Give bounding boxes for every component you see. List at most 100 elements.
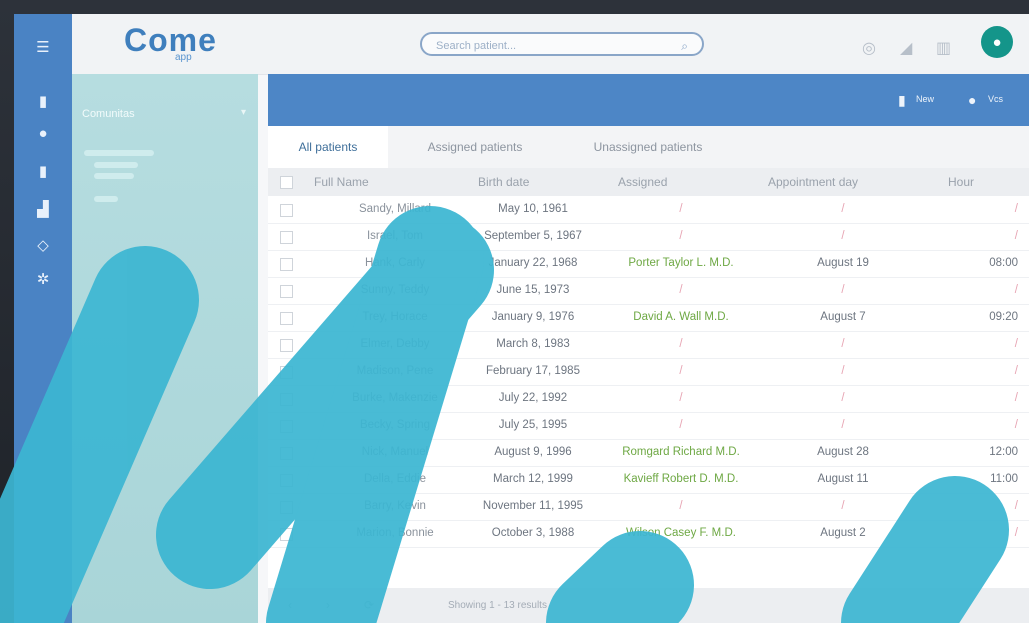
birth-date: March 8, 1983 — [496, 338, 570, 350]
column-header[interactable]: Assigned — [618, 168, 667, 196]
patient-name: Hank, Carly — [364, 257, 426, 269]
group-item[interactable] — [84, 150, 154, 156]
patients-table: Full Name Birth date Assigned Appointmen… — [268, 168, 1029, 588]
select-all-checkbox[interactable] — [280, 176, 293, 189]
appointment-day: August 2 — [820, 527, 866, 539]
tab-all-patients[interactable]: All patients — [268, 126, 388, 168]
assigned-doctor: / — [679, 419, 683, 431]
column-header[interactable]: Birth date — [478, 168, 529, 196]
appointment-day: / — [841, 230, 845, 242]
birth-date: October 3, 1988 — [491, 527, 575, 539]
appointment-hour: / — [1014, 203, 1018, 215]
row-checkbox[interactable] — [280, 231, 293, 244]
table-row[interactable]: Barry, Kevin November 11, 1995 / / / — [268, 493, 1029, 521]
column-header[interactable]: Hour — [948, 168, 974, 196]
user-label[interactable]: Vcs — [988, 94, 1003, 104]
row-checkbox[interactable] — [280, 366, 293, 379]
next-page-icon[interactable]: › — [326, 598, 330, 612]
table-row[interactable]: Madison, Pene February 17, 1985 / / / — [268, 358, 1029, 386]
appointment-day: / — [841, 392, 845, 404]
appointment-hour: 12:00 — [989, 446, 1018, 458]
signal-icon[interactable]: ◢ — [900, 38, 912, 58]
table-row[interactable]: Israel, Tom September 5, 1967 / / / — [268, 223, 1029, 251]
birth-date: February 17, 1985 — [486, 365, 580, 377]
patient-name: Israel, Tom — [366, 230, 424, 242]
group-item[interactable] — [94, 162, 138, 168]
new-document-icon[interactable]: ▮ — [898, 92, 906, 109]
row-checkbox[interactable] — [280, 312, 293, 325]
appointment-hour: / — [1014, 338, 1018, 350]
chevron-down-icon[interactable]: ▾ — [241, 107, 246, 118]
appointment-hour: / — [1014, 365, 1018, 377]
table-row[interactable]: Sunny, Teddy June 15, 1973 / / / — [268, 277, 1029, 305]
new-label[interactable]: New — [916, 94, 934, 104]
notifications-icon[interactable]: ◎ — [862, 38, 876, 58]
row-checkbox[interactable] — [280, 204, 293, 217]
group-item[interactable] — [94, 173, 134, 179]
assigned-doctor: / — [679, 500, 683, 512]
appointment-hour: / — [1014, 284, 1018, 296]
settings-icon[interactable]: ✲ — [34, 270, 52, 288]
appointment-hour: / — [1014, 527, 1018, 539]
refresh-icon[interactable]: ⟳ — [364, 598, 374, 612]
prev-page-icon[interactable]: ‹ — [288, 598, 292, 612]
patient-name: Elmer, Debby — [360, 338, 430, 350]
patient-name: Sunny, Teddy — [360, 284, 430, 296]
table-row[interactable]: Burke, Makenzie July 22, 1992 / / / — [268, 385, 1029, 413]
paging-info: Showing 1 - 13 results — [448, 600, 547, 611]
appointment-hour: 11:00 — [990, 473, 1018, 485]
user-icon[interactable]: ● — [968, 92, 976, 108]
row-checkbox[interactable] — [280, 258, 293, 271]
search-placeholder: Search patient... — [436, 40, 517, 52]
file-icon[interactable]: ▮ — [34, 162, 52, 180]
column-header[interactable]: Full Name — [314, 168, 369, 196]
assigned-doctor: Romgard Richard M.D. — [622, 446, 740, 458]
assigned-doctor: Wilson Casey F. M.D. — [626, 527, 736, 539]
appointment-day: August 28 — [817, 446, 869, 458]
row-checkbox[interactable] — [280, 528, 293, 541]
table-row[interactable]: Hank, Carly January 22, 1968 Porter Taylor… — [268, 250, 1029, 278]
table-row[interactable]: Marion, Bonnie October 3, 1988 Wilson Case… — [268, 520, 1029, 548]
table-row[interactable]: Trey, Horace January 9, 1976 David A. Wall… — [268, 304, 1029, 332]
avatar[interactable]: ● — [981, 26, 1013, 58]
assigned-doctor: Porter Taylor L. M.D. — [628, 257, 734, 269]
appointment-day: / — [841, 419, 845, 431]
group-item[interactable] — [94, 196, 118, 202]
row-checkbox[interactable] — [280, 285, 293, 298]
menu-icon[interactable]: ☰ — [34, 38, 52, 56]
row-checkbox[interactable] — [280, 474, 293, 487]
appointment-day: / — [841, 500, 845, 512]
appointment-hour: / — [1014, 392, 1018, 404]
app-logo-sub: app — [175, 52, 192, 63]
grid-icon[interactable]: ▥ — [936, 38, 951, 58]
row-checkbox[interactable] — [280, 501, 293, 514]
column-header[interactable]: Appointment day — [768, 168, 858, 196]
groups-panel: Comunitas ▾ — [72, 74, 258, 623]
groups-title: Comunitas — [82, 108, 135, 120]
table-row[interactable]: Elmer, Debby March 8, 1983 / / / — [268, 331, 1029, 359]
table-row[interactable]: Becky, Spring July 25, 1995 / / / — [268, 412, 1029, 440]
table-row[interactable]: Sandy, Millard May 10, 1961 / / / — [268, 196, 1029, 224]
tab-assigned-patients[interactable]: Assigned patients — [400, 126, 550, 168]
row-checkbox[interactable] — [280, 339, 293, 352]
table-row[interactable]: Della, Eddie March 12, 1999 Kavieff Robert… — [268, 466, 1029, 494]
table-row[interactable]: Nick, Manuel August 9, 1996 Romgard Richar… — [268, 439, 1029, 467]
stats-icon[interactable]: ▟ — [34, 200, 52, 218]
row-checkbox[interactable] — [280, 447, 293, 460]
link-icon[interactable]: ◇ — [34, 236, 52, 254]
patient-tabs: All patients Assigned patients Unassigne… — [268, 126, 1029, 168]
appointment-hour: / — [1014, 500, 1018, 512]
search-input[interactable]: Search patient... ⌕ — [420, 32, 704, 56]
appointment-day: / — [841, 203, 845, 215]
document-icon[interactable]: ▮ — [34, 92, 52, 110]
search-icon[interactable]: ⌕ — [681, 34, 688, 58]
row-checkbox[interactable] — [280, 393, 293, 406]
appointment-day: / — [841, 365, 845, 377]
user-icon[interactable]: ● — [34, 124, 52, 142]
row-checkbox[interactable] — [280, 420, 293, 433]
birth-date: July 25, 1995 — [498, 419, 568, 431]
tab-unassigned-patients[interactable]: Unassigned patients — [568, 126, 728, 168]
action-bar: ▮ New ● Vcs — [268, 74, 1029, 126]
appointment-hour: / — [1014, 230, 1018, 242]
appointment-day: August 7 — [820, 311, 866, 323]
